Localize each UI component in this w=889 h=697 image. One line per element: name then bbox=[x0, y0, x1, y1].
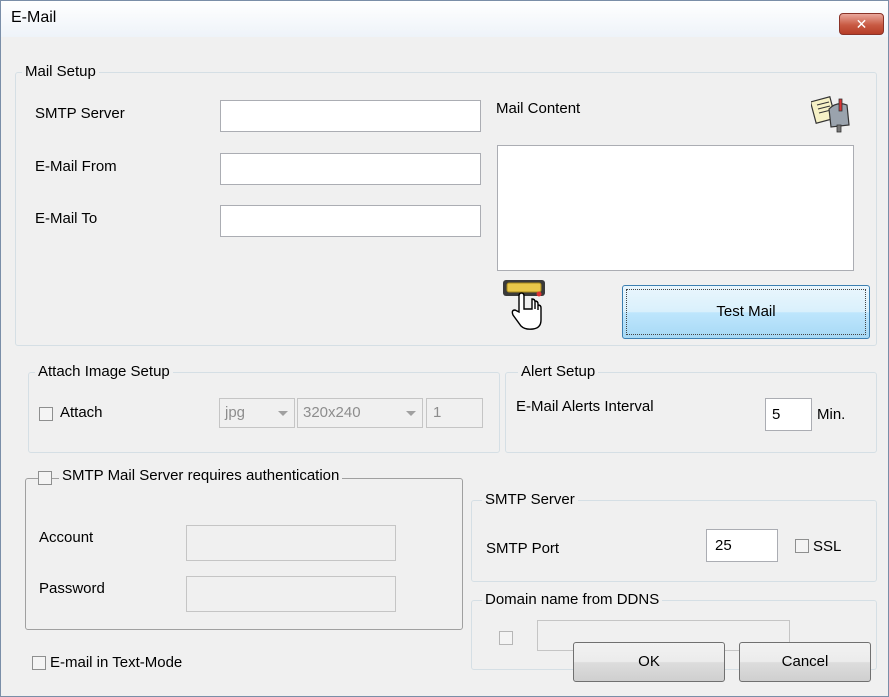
alert-interval-unit: Min. bbox=[817, 406, 846, 423]
authentication-checkbox[interactable] bbox=[38, 471, 52, 485]
ssl-checkbox[interactable] bbox=[795, 539, 809, 553]
hand-press-icon bbox=[503, 280, 545, 330]
attach-image-setup-group: Attach Image Setup Attach jpg 320x240 1 bbox=[28, 363, 500, 453]
image-format-select[interactable]: jpg bbox=[219, 398, 295, 428]
text-mode-checkbox[interactable] bbox=[32, 656, 46, 670]
alert-interval-input[interactable]: 5 bbox=[765, 398, 812, 431]
image-count-input[interactable]: 1 bbox=[426, 398, 483, 428]
alert-interval-label: E-Mail Alerts Interval bbox=[516, 398, 654, 415]
ssl-label: SSL bbox=[813, 538, 842, 555]
chevron-down-icon bbox=[278, 411, 288, 416]
mail-setup-legend: Mail Setup bbox=[22, 63, 99, 80]
smtp-server-input[interactable] bbox=[220, 100, 481, 132]
close-icon: ✕ bbox=[855, 16, 868, 32]
attach-checkbox[interactable] bbox=[39, 407, 53, 421]
test-mail-button[interactable]: Test Mail bbox=[622, 285, 870, 339]
ddns-legend: Domain name from DDNS bbox=[482, 591, 663, 608]
cancel-button-label: Cancel bbox=[781, 653, 829, 670]
smtp-port-input[interactable]: 25 bbox=[706, 529, 778, 562]
account-label: Account bbox=[39, 529, 94, 546]
authentication-group: SMTP Mail Server requires authentication… bbox=[25, 467, 463, 630]
mail-content-textarea[interactable] bbox=[497, 145, 854, 271]
dialog-body: Mail Setup SMTP Server E-Mail From E-Mai… bbox=[8, 40, 881, 690]
email-to-label: E-Mail To bbox=[35, 210, 98, 227]
alert-setup-legend: Alert Setup bbox=[518, 363, 599, 380]
text-mode-label: E-mail in Text-Mode bbox=[50, 654, 183, 671]
password-input[interactable] bbox=[186, 576, 396, 612]
cancel-button[interactable]: Cancel bbox=[739, 642, 871, 682]
mailbox-icon bbox=[811, 96, 850, 133]
ddns-checkbox[interactable] bbox=[499, 631, 513, 645]
attach-image-setup-legend: Attach Image Setup bbox=[35, 363, 173, 380]
smtp-server-label: SMTP Server bbox=[35, 105, 125, 122]
test-mail-button-label: Test Mail bbox=[716, 303, 776, 320]
email-dialog: E-Mail ✕ Mail Setup SMTP Server E-Mail F… bbox=[0, 0, 889, 697]
title-bar: E-Mail ✕ bbox=[1, 1, 888, 37]
mail-setup-group: Mail Setup SMTP Server E-Mail From E-Mai… bbox=[15, 63, 877, 346]
attach-label: Attach bbox=[60, 404, 103, 421]
smtp-server-group: SMTP Server SMTP Port 25 SSL bbox=[471, 491, 877, 582]
mail-content-label: Mail Content bbox=[496, 100, 581, 117]
ok-button-label: OK bbox=[638, 653, 660, 670]
email-from-label: E-Mail From bbox=[35, 158, 117, 175]
smtp-port-label: SMTP Port bbox=[486, 540, 560, 557]
window-title: E-Mail bbox=[11, 9, 57, 26]
password-label: Password bbox=[39, 580, 105, 597]
ok-button[interactable]: OK bbox=[573, 642, 725, 682]
close-button[interactable]: ✕ bbox=[839, 13, 884, 35]
chevron-down-icon bbox=[406, 411, 416, 416]
authentication-legend: SMTP Mail Server requires authentication bbox=[59, 467, 343, 484]
smtp-server-legend: SMTP Server bbox=[482, 491, 578, 508]
image-resolution-value: 320x240 bbox=[303, 404, 361, 421]
image-resolution-select[interactable]: 320x240 bbox=[297, 398, 423, 428]
email-to-input[interactable] bbox=[220, 205, 481, 237]
email-from-input[interactable] bbox=[220, 153, 481, 185]
image-format-value: jpg bbox=[225, 404, 246, 421]
alert-setup-group: Alert Setup E-Mail Alerts Interval 5 Min… bbox=[505, 363, 877, 453]
account-input[interactable] bbox=[186, 525, 396, 561]
